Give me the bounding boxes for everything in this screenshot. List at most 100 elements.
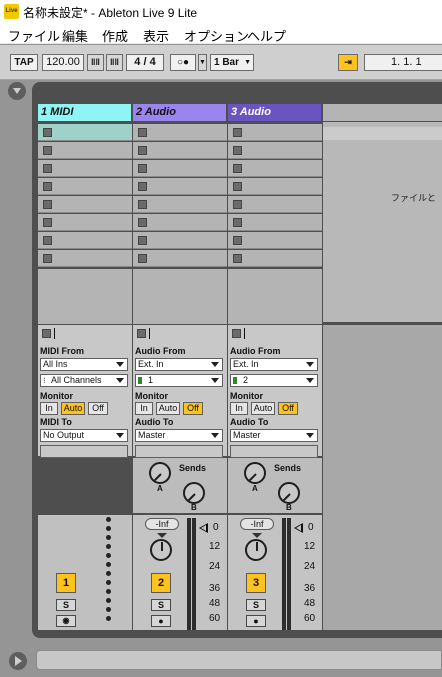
send-a-knob[interactable] xyxy=(244,462,266,484)
clip-stop-icon[interactable] xyxy=(43,200,52,209)
send-a-knob[interactable] xyxy=(149,462,171,484)
follow-button[interactable]: ⇥ xyxy=(338,54,358,71)
fader-arrow-icon[interactable] xyxy=(199,523,208,533)
clip-slot[interactable] xyxy=(38,250,132,267)
clip-stop-icon[interactable] xyxy=(43,236,52,245)
volume-field[interactable]: -Inf xyxy=(145,518,179,530)
track-header-3[interactable]: 3 Audio xyxy=(228,104,321,121)
menu-help[interactable]: ヘルプ xyxy=(247,26,286,45)
solo-button-2[interactable]: S xyxy=(151,599,171,611)
audio-from-source-dropdown[interactable]: Ext. In xyxy=(230,358,318,371)
monitor-off-button[interactable]: Off xyxy=(183,402,203,415)
midi-from-channel-dropdown[interactable]: ⁝ All Channels xyxy=(40,374,128,387)
send-b-knob[interactable] xyxy=(183,482,205,504)
metronome-button[interactable]: ○● xyxy=(170,54,196,71)
clip-slot[interactable] xyxy=(228,232,322,249)
clip-stop-icon[interactable] xyxy=(138,236,147,245)
clip-stop-icon[interactable] xyxy=(138,128,147,137)
clip-stop-icon[interactable] xyxy=(138,218,147,227)
clip-slot[interactable] xyxy=(133,124,227,141)
audio-from-channel-dropdown[interactable]: 2 xyxy=(230,374,318,387)
clip-stop-icon[interactable] xyxy=(43,218,52,227)
empty-slot-area[interactable] xyxy=(228,269,322,324)
clip-stop-icon[interactable] xyxy=(233,146,242,155)
menu-options[interactable]: オプション xyxy=(184,26,249,45)
monitor-off-button[interactable]: Off xyxy=(88,402,108,415)
tempo-field[interactable]: 120.00 xyxy=(42,54,84,71)
drop-zone[interactable]: ファイルと xyxy=(323,122,442,322)
pan-knob[interactable] xyxy=(150,539,172,561)
clip-slot[interactable] xyxy=(38,196,132,213)
monitor-in-button[interactable]: In xyxy=(135,402,153,415)
solo-button-1[interactable]: S xyxy=(56,599,76,611)
stop-all-icon[interactable] xyxy=(137,329,146,338)
record-arm-icon[interactable]: ● xyxy=(151,615,171,627)
track-header-2[interactable]: 2 Audio xyxy=(133,104,226,121)
audio-to-dropdown[interactable]: Master xyxy=(135,429,223,442)
midi-from-source-dropdown[interactable]: All Ins xyxy=(40,358,128,371)
clip-stop-icon[interactable] xyxy=(233,218,242,227)
clip-slot[interactable] xyxy=(38,142,132,159)
clip-stop-icon[interactable] xyxy=(233,236,242,245)
clip-slot[interactable] xyxy=(38,124,132,141)
volume-field[interactable]: -Inf xyxy=(240,518,274,530)
monitor-in-button[interactable]: In xyxy=(230,402,248,415)
clip-stop-icon[interactable] xyxy=(43,146,52,155)
detail-toggle-icon[interactable] xyxy=(9,652,27,670)
pan-knob[interactable] xyxy=(245,539,267,561)
clip-stop-icon[interactable] xyxy=(233,182,242,191)
metronome-options-chevron-icon[interactable]: ▼ xyxy=(198,54,207,71)
quantize-dropdown[interactable]: 1 Bar ▼ xyxy=(210,54,254,71)
midi-to-dropdown[interactable]: No Output xyxy=(40,429,128,442)
clip-stop-icon[interactable] xyxy=(233,254,242,263)
audio-to-dropdown[interactable]: Master xyxy=(230,429,318,442)
send-b-knob[interactable] xyxy=(278,482,300,504)
nudge-up-button[interactable]: ‖‖ xyxy=(106,54,123,71)
time-signature-field[interactable]: 4 / 4 xyxy=(126,54,164,71)
clip-slot[interactable] xyxy=(133,214,227,231)
monitor-in-button[interactable]: In xyxy=(40,402,58,415)
nudge-down-button[interactable]: ‖‖ xyxy=(87,54,104,71)
midi-arm-icon[interactable]: ◉ xyxy=(56,615,76,627)
clip-slot[interactable] xyxy=(133,250,227,267)
fader-arrow-icon[interactable] xyxy=(294,523,303,533)
clip-slot[interactable] xyxy=(38,232,132,249)
solo-button-3[interactable]: S xyxy=(246,599,266,611)
clip-stop-icon[interactable] xyxy=(138,146,147,155)
clip-slot[interactable] xyxy=(228,250,322,267)
tap-tempo-button[interactable]: TAP xyxy=(10,54,38,71)
track-activator-3[interactable]: 3 xyxy=(246,573,266,593)
clip-stop-icon[interactable] xyxy=(138,200,147,209)
track-activator-2[interactable]: 2 xyxy=(151,573,171,593)
menu-edit[interactable]: 編集 xyxy=(62,26,88,45)
monitor-auto-button[interactable]: Auto xyxy=(156,402,180,415)
stop-all-icon[interactable] xyxy=(42,329,51,338)
empty-slot-area[interactable] xyxy=(38,269,132,324)
menu-file[interactable]: ファイル xyxy=(8,26,60,45)
clip-slot[interactable] xyxy=(228,124,322,141)
clip-stop-icon[interactable] xyxy=(138,182,147,191)
audio-from-source-dropdown[interactable]: Ext. In xyxy=(135,358,223,371)
track-activator-1[interactable]: 1 xyxy=(56,573,76,593)
clip-stop-icon[interactable] xyxy=(233,128,242,137)
clip-slot[interactable] xyxy=(228,160,322,177)
clip-slot[interactable] xyxy=(228,214,322,231)
monitor-auto-button[interactable]: Auto xyxy=(251,402,275,415)
clip-stop-icon[interactable] xyxy=(43,254,52,263)
record-arm-icon[interactable]: ● xyxy=(246,615,266,627)
audio-from-channel-dropdown[interactable]: 1 xyxy=(135,374,223,387)
clip-stop-icon[interactable] xyxy=(43,182,52,191)
track-header-1[interactable]: 1 MIDI xyxy=(38,104,131,121)
clip-slot[interactable] xyxy=(133,232,227,249)
clip-stop-icon[interactable] xyxy=(43,128,52,137)
arrangement-position-field[interactable]: 1. 1. 1 xyxy=(364,54,442,71)
menu-view[interactable]: 表示 xyxy=(143,26,169,45)
clip-slot[interactable] xyxy=(228,196,322,213)
clip-slot[interactable] xyxy=(228,142,322,159)
clip-slot[interactable] xyxy=(133,142,227,159)
clip-slot[interactable] xyxy=(38,214,132,231)
clip-slot[interactable] xyxy=(228,178,322,195)
clip-slot[interactable] xyxy=(38,178,132,195)
clip-stop-icon[interactable] xyxy=(138,254,147,263)
browser-toggle-icon[interactable] xyxy=(8,82,26,100)
